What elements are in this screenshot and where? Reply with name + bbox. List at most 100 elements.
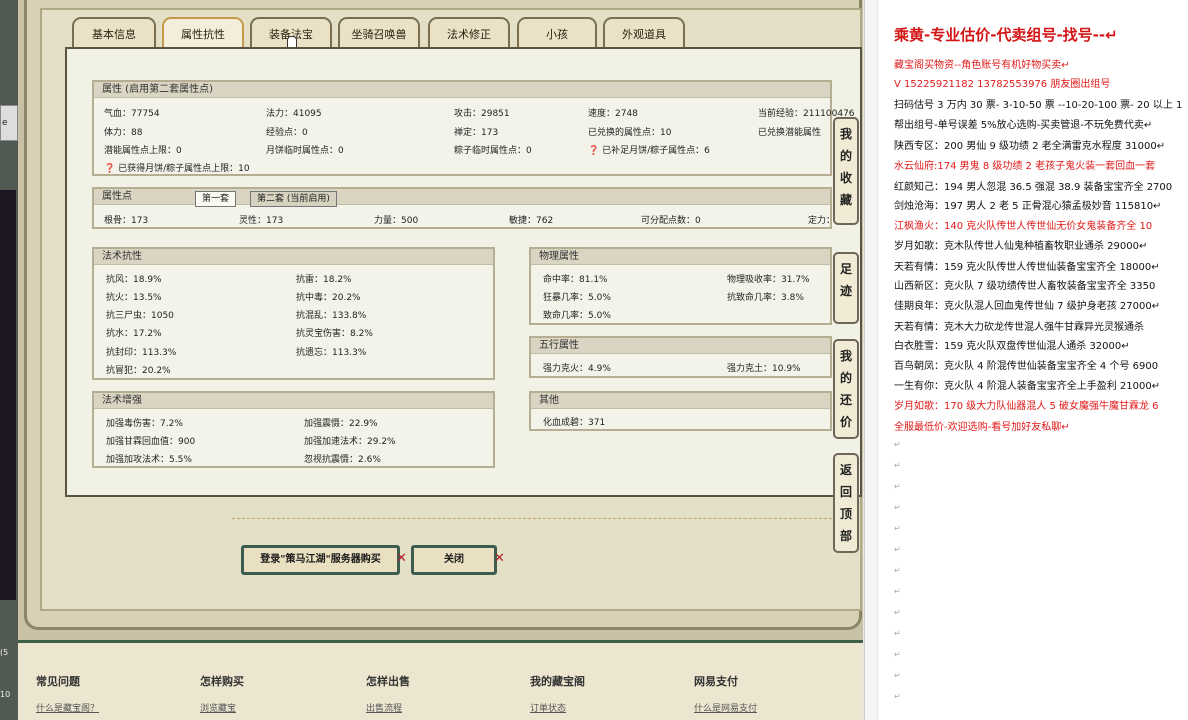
phys-cell: 狂暴几率：5.0%: [543, 293, 611, 303]
vtab-text: 我的还价: [839, 349, 852, 429]
enh-cell: 加强加速法术：29.2%: [304, 437, 396, 447]
resist-cell: 抗中毒：20.2%: [296, 293, 361, 303]
five-elements-section: 五行属性 强力克火：4.9% 强力克土：10.9%: [529, 336, 832, 378]
close-x-icon: ✕: [396, 551, 407, 566]
tab-label: 法术修正: [447, 28, 491, 41]
attr-cell: ❓ 已获得月饼/粽子属性点上限：10: [104, 164, 250, 174]
points-cell: 可分配点数：0: [641, 216, 701, 226]
paragraph-mark: ↵: [894, 650, 901, 659]
close-button[interactable]: 关闭: [411, 545, 497, 575]
footer-heading: 怎样购买: [200, 675, 244, 688]
wx-cell: 强力克火：4.9%: [543, 364, 611, 374]
resistance-header: 法术抗性: [94, 249, 493, 265]
attributes-section: 属性 (启用第二套属性点) 气血：77754 法力：41095 攻击：29851…: [92, 80, 855, 176]
footer-link[interactable]: 什么是网易支付: [694, 701, 757, 714]
doc-line: 白衣胜雪：159 克火队双盘传世仙混人通杀 32000↵: [894, 341, 1130, 352]
doc-line: 扫码估号 3 万内 30 票- 3-10-50 票 --10-20-100 票-…: [894, 100, 1183, 111]
other-cell: 化血成碧：371: [543, 418, 606, 428]
points-cell: 根骨：173: [104, 216, 149, 226]
resist-cell: 抗水：17.2%: [106, 329, 162, 339]
doc-line: 岁月如歌：克木队传世人仙鬼种植畜牧职业通杀 29000↵: [894, 241, 1148, 252]
other-section: 其他 化血成碧：371: [529, 391, 832, 431]
vtab-text: 我的收藏: [839, 127, 852, 207]
paragraph-mark: ↵: [894, 629, 901, 638]
attr-cell: 攻击：29851: [454, 109, 510, 119]
five-elements-header: 五行属性: [531, 338, 830, 354]
subtab-set-1[interactable]: 第一套: [195, 191, 237, 207]
paragraph-mark: ↵: [894, 692, 901, 701]
doc-line: 水云仙府:174 男鬼 8 级功绩 2 老孩子鬼火装一套回血一套: [894, 161, 1156, 172]
tab-appearance[interactable]: 外观道具: [603, 17, 685, 50]
doc-line: 剑烛沧海：197 男人 2 老 5 正骨混心猿孟极妙音 115810↵: [894, 201, 1162, 212]
attr-cell: 经验点：0: [266, 128, 308, 138]
left-strip-tab[interactable]: e: [0, 105, 18, 141]
doc-line: V 15225921182 13782553976 朋友圈出组号: [894, 79, 1111, 90]
footprint-tab[interactable]: 足迹: [833, 252, 859, 324]
points-cell: 灵性：173: [239, 216, 284, 226]
footer-link[interactable]: 订单状态: [530, 701, 566, 714]
footer-heading: 常见问题: [36, 675, 80, 688]
paragraph-mark: ↵: [894, 608, 901, 617]
resist-cell: 抗三尸虫：1050: [106, 311, 174, 321]
points-cell: 力量：500: [374, 216, 419, 226]
vtab-text: 足迹: [839, 262, 852, 298]
footer-heading: 我的藏宝阁: [530, 675, 585, 688]
back-to-top-tab[interactable]: 返回顶部: [833, 453, 859, 553]
attr-cell: 气血：77754: [104, 109, 160, 119]
phys-cell: 致命几率：5.0%: [543, 311, 611, 321]
footer-heading: 怎样出售: [366, 675, 410, 688]
attr-cell: 禅定：173: [454, 128, 499, 138]
tab-label: 小孩: [546, 28, 568, 41]
attr-cell: 月饼临时属性点：0: [266, 146, 344, 156]
wx-cell: 强力克土：10.9%: [727, 364, 801, 374]
doc-line: 藏宝阁买物资--角色账号有机好物买卖↵: [894, 60, 1070, 71]
divider: [232, 518, 852, 519]
doc-line: 陕西专区：200 男仙 9 级功绩 2 老全满雷克水程度 31000↵: [894, 141, 1166, 152]
tab-label: 坐骑召唤兽: [351, 28, 407, 41]
attr-cell: 速度：2748: [588, 109, 638, 119]
scrollbar[interactable]: [864, 0, 877, 720]
resist-cell: 抗冒犯：20.2%: [106, 366, 171, 376]
footer-link[interactable]: 什么是藏宝阁？: [36, 701, 99, 714]
tab-mounts-summons[interactable]: 坐骑召唤兽: [338, 17, 420, 50]
resist-cell: 抗遗忘：113.3%: [296, 348, 367, 358]
close-x-icon: ✕: [494, 551, 505, 566]
paragraph-mark: ↵: [894, 587, 901, 596]
doc-line: 全服最低价-欢迎选购-看号加好友私聊↵: [894, 422, 1070, 433]
attr-cell: 已兑换的属性点：10: [588, 128, 672, 138]
subtab-set-2[interactable]: 第二套 (当前启用): [250, 191, 337, 207]
enh-cell: 加强毒伤害：7.2%: [106, 419, 183, 429]
paragraph-mark: ↵: [894, 671, 901, 680]
login-buy-button[interactable]: 登录"策马江湖"服务器购买: [241, 545, 400, 575]
phys-cell: 命中率：81.1%: [543, 275, 608, 285]
enhance-header: 法术增强: [94, 393, 493, 409]
phys-cell: 物理吸收率：31.7%: [727, 275, 810, 285]
physical-header: 物理属性: [531, 249, 830, 265]
paragraph-mark: ↵: [894, 440, 901, 449]
my-favorites-tab[interactable]: 我的收藏: [833, 117, 859, 225]
tab-spell-mods[interactable]: 法术修正: [428, 17, 510, 50]
my-offers-tab[interactable]: 我的还价: [833, 339, 859, 439]
doc-title: 乘黄-专业估价-代卖组号-找号--↵: [894, 26, 1118, 44]
doc-line: 岁月如歌：170 级大力队仙器混人 5 破女魔强牛魔甘霖龙 6: [894, 401, 1159, 412]
doc-line: 帮出组号-单号误差 5%放心选购-买卖管退-不玩免费代卖↵: [894, 120, 1153, 131]
spell-resistance-section: 法术抗性 抗风：18.9% 抗火：13.5% 抗三尸虫：1050 抗水：17.2…: [92, 247, 495, 380]
left-dark-panel: [0, 190, 16, 600]
left-num-2: 10: [0, 690, 11, 699]
footer-link[interactable]: 浏览藏宝: [200, 701, 236, 714]
enh-cell: 加强加攻法术：5.5%: [106, 455, 192, 465]
tab-basic-info[interactable]: 基本信息: [72, 17, 156, 50]
footer-link[interactable]: 出售流程: [366, 701, 402, 714]
doc-line: 江枫渔火：140 克火队传世人传世仙无价女鬼装备齐全 10: [894, 221, 1153, 232]
resist-cell: 抗封印：113.3%: [106, 348, 177, 358]
paragraph-mark: ↵: [894, 461, 901, 470]
paragraph-mark: ↵: [894, 545, 901, 554]
tab-attributes[interactable]: 属性抗性: [162, 17, 244, 50]
vtab-text: 返回顶部: [839, 463, 852, 543]
left-num-1: (5: [0, 648, 9, 657]
tab-children[interactable]: 小孩: [517, 17, 597, 50]
resist-cell: 抗混乱：133.8%: [296, 311, 367, 321]
doc-line: 山西新区：克火队 7 级功绩传世人畜牧装备宝宝齐全 3350: [894, 281, 1156, 292]
other-header: 其他: [531, 393, 830, 409]
attr-cell: 法力：41095: [266, 109, 322, 119]
